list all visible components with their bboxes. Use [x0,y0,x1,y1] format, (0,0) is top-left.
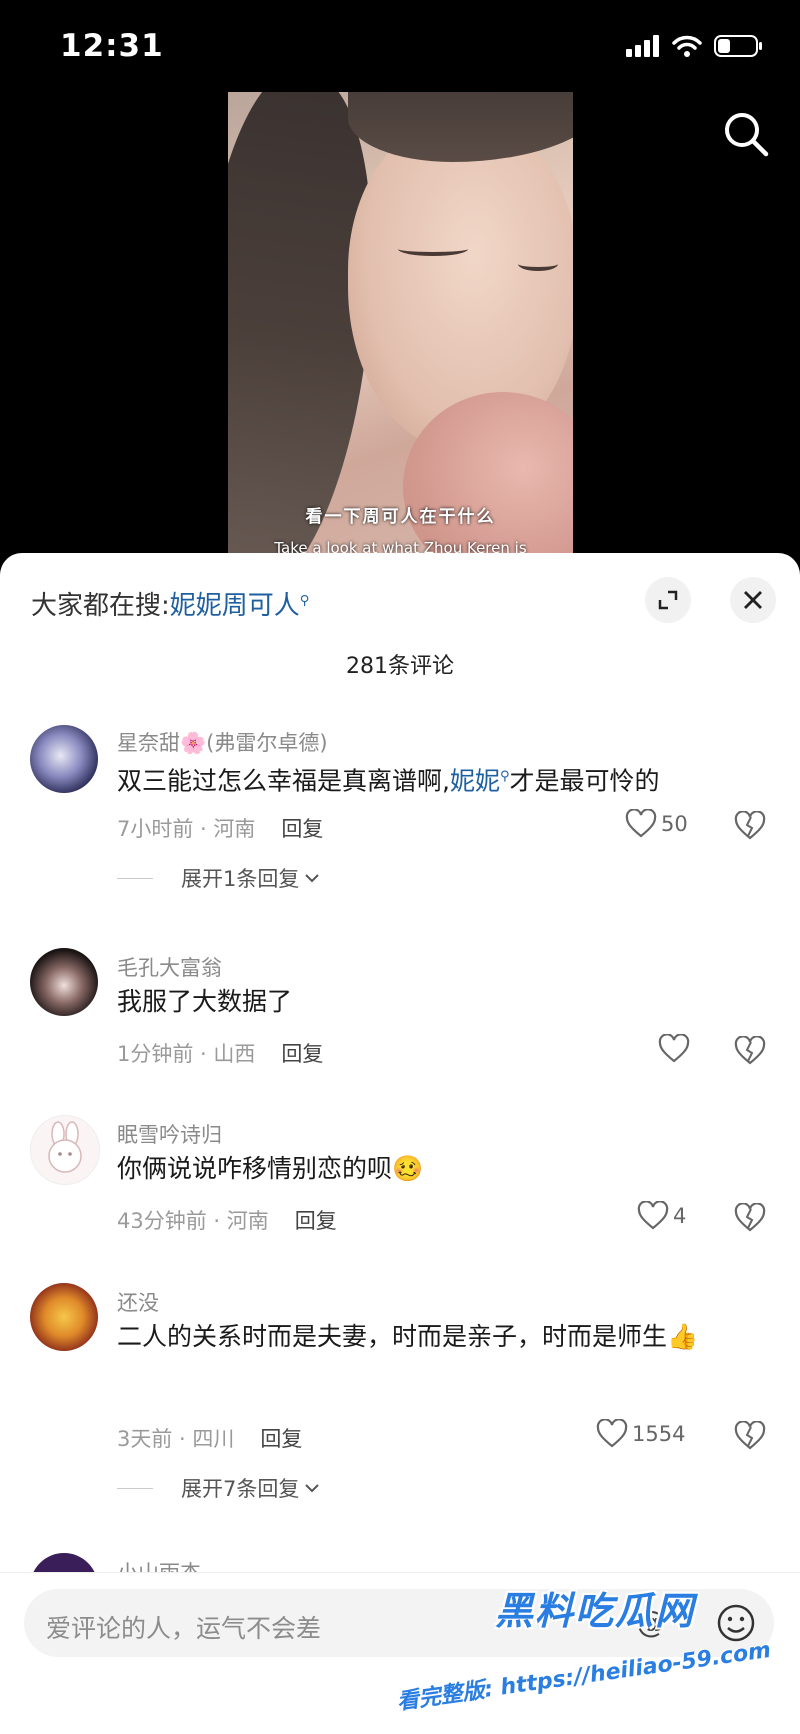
expand-icon [658,590,678,610]
video-frame-eye [398,242,468,256]
avatar[interactable] [30,1115,100,1185]
status-bar: 12:31 [0,0,800,95]
avatar[interactable] [30,948,98,1016]
expand-replies-button[interactable]: 展开7条回复 [117,1473,321,1503]
dislike-icon[interactable] [734,1421,766,1451]
like-count: 1554 [632,1422,686,1446]
hot-search[interactable]: 大家都在搜:妮妮周可人⚲ [31,585,309,622]
comment-count: 281条评论 [346,654,454,679]
comment-text: 双三能过怎么幸福是真离谱啊,妮妮⚲才是最可怜的 [117,753,767,804]
small-search-icon: ⚲ [499,769,510,784]
status-icons [626,34,764,58]
watermark-logo: 黑料吃瓜网 [495,1589,696,1633]
divider [117,1487,153,1489]
expand-replies-button[interactable]: 展开1条回复 [117,863,321,893]
comment-meta: 43分钟前 · 河南 回复 [117,1205,337,1235]
like-count: 50 [661,812,688,836]
watermark-url: 看完整版: https://heiliao-59.com [395,1637,773,1716]
reply-button[interactable]: 回复 [260,1427,302,1451]
reply-button[interactable]: 回复 [295,1209,337,1233]
signal-icon [626,35,659,57]
close-button[interactable] [730,577,776,623]
expand-button[interactable] [645,577,691,623]
bunny-avatar-icon [48,1121,82,1173]
comment-time-location: 7小时前 · 河南 [117,817,256,841]
small-search-icon: ⚲ [299,593,310,609]
like-button[interactable]: 1554 [596,1419,685,1449]
heart-icon [658,1034,690,1063]
comment-meta: 1分钟前 · 山西 回复 [117,1038,323,1068]
comment-meta: 3天前 · 四川 回复 [117,1423,302,1453]
comment-time-location: 1分钟前 · 山西 [117,1042,256,1066]
hot-search-prefix: 大家都在搜: [31,591,170,621]
comment-keyword[interactable]: 妮妮 [450,766,500,795]
watermark: 黑料吃瓜网 看完整版: https://heiliao-59.com [395,1570,795,1720]
like-count: 4 [673,1204,687,1228]
comment-time-location: 43分钟前 · 河南 [117,1209,269,1233]
expand-replies-label: 展开7条回复 [181,1477,300,1501]
dislike-icon[interactable] [734,1203,766,1233]
battery-icon [714,35,762,57]
wifi-icon [672,35,702,57]
heart-icon [596,1419,628,1448]
comment-meta: 7小时前 · 河南 回复 [117,813,323,843]
comment-text: 二人的关系时而是夫妻，时而是亲子，时而是师生👍 [117,1322,699,1351]
video-frame-bangs [348,92,573,162]
comment-text-part: 才是最可怜的 [509,766,660,796]
comment-time-location: 3天前 · 四川 [117,1427,235,1451]
avatar[interactable] [30,725,98,793]
status-time: 12:31 [60,28,164,64]
expand-replies-label: 展开1条回复 [181,867,300,891]
like-button[interactable] [658,1034,690,1064]
reply-button[interactable]: 回复 [281,817,323,841]
chevron-down-icon [305,1484,320,1493]
like-button[interactable]: 50 [625,809,688,839]
comment-text: 我服了大数据了 [117,987,293,1016]
avatar[interactable] [30,1283,98,1351]
comment-input-placeholder: 爱评论的人，运气不会差 [46,1614,322,1643]
like-button[interactable]: 4 [637,1201,686,1231]
close-icon [744,591,762,609]
reply-button[interactable]: 回复 [281,1042,323,1066]
video-frame-eye [518,257,558,271]
comment-sheet: 大家都在搜:妮妮周可人⚲ 281条评论 星奈甜🌸(弗雷尔卓德) 双三能过怎么幸福… [0,553,800,1733]
hot-search-keyword[interactable]: 妮妮周可人 [170,591,300,621]
divider [117,877,153,879]
dislike-icon[interactable] [734,1036,766,1066]
search-icon[interactable] [720,108,772,160]
heart-icon [625,809,657,838]
video-subtitle-cn: 看一下周可人在干什么 [305,507,496,527]
video-player[interactable]: 看一下周可人在干什么 Take a look at what Zhou Kere… [228,92,573,562]
dislike-icon[interactable] [734,811,766,841]
comment-text-part: 双三能过怎么幸福是真离谱啊, [117,766,450,796]
comment-text: 你俩说说咋移情别恋的呗🥴 [117,1154,424,1183]
chevron-down-icon [305,874,320,883]
heart-icon [637,1201,669,1230]
